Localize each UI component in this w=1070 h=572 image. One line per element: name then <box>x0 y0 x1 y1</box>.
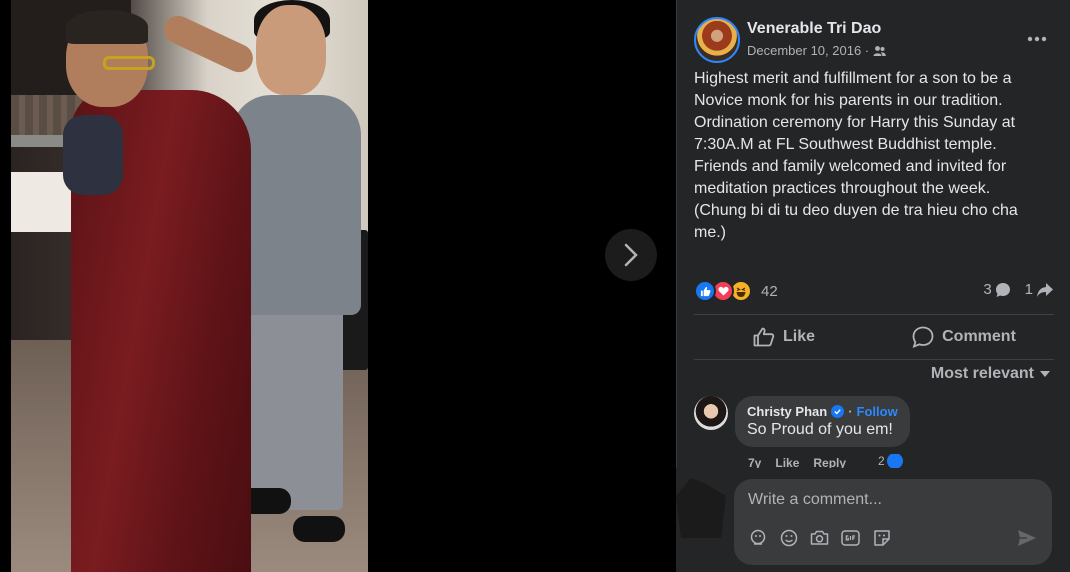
comment-reply-button[interactable]: Reply <box>813 456 846 468</box>
send-icon <box>1018 529 1036 546</box>
reaction-count[interactable]: 42 <box>761 283 778 300</box>
comment-input[interactable] <box>748 488 1038 512</box>
comment-composer <box>734 479 1052 565</box>
next-photo-button[interactable] <box>605 229 657 281</box>
caret-down-icon <box>1040 371 1050 377</box>
commenter-avatar[interactable] <box>694 396 728 430</box>
engagement-counts: 3 1 <box>983 281 1054 298</box>
friends-icon <box>873 45 886 56</box>
comment-bubble-icon <box>995 282 1010 297</box>
chevron-right-icon <box>624 243 638 267</box>
post-actions: Like Comment <box>694 318 1054 356</box>
like-label: Like <box>782 328 815 345</box>
like-icon <box>753 327 775 347</box>
reaction-icons[interactable] <box>694 280 752 302</box>
camera-icon <box>810 530 829 545</box>
post-photo <box>11 0 368 572</box>
gif-button[interactable] <box>841 528 860 547</box>
comment-reactions[interactable]: 2 <box>878 454 903 468</box>
comment-text: So Proud of you em! <box>747 421 893 438</box>
comment-reaction-count: 2 <box>878 454 885 468</box>
camera-button[interactable] <box>810 528 829 547</box>
comment-button[interactable]: Comment <box>874 318 1054 356</box>
sticker-button[interactable] <box>872 528 891 547</box>
post-date[interactable]: December 10, 2016 · <box>747 43 869 58</box>
emoji-icon <box>780 529 797 546</box>
comment-sort-dropdown[interactable]: Most relevant <box>931 365 1050 383</box>
more-options-icon <box>1027 36 1047 42</box>
like-button[interactable]: Like <box>694 318 874 356</box>
like-reaction-icon <box>886 454 903 468</box>
comment-count-value: 3 <box>983 281 992 298</box>
share-count-value: 1 <box>1024 281 1033 298</box>
author-avatar[interactable] <box>694 17 740 63</box>
post-meta: December 10, 2016 · <box>747 43 886 58</box>
verified-icon <box>831 405 845 418</box>
post-text: Highest merit and fulfillment for a son … <box>694 70 1018 241</box>
divider <box>694 314 1054 315</box>
emoji-button[interactable] <box>779 528 798 547</box>
author-name[interactable]: Venerable Tri Dao <box>747 20 881 38</box>
gif-icon <box>841 529 860 546</box>
composer-tools <box>748 528 891 547</box>
comment-like-button[interactable]: Like <box>775 456 799 468</box>
share-count[interactable]: 1 <box>1025 281 1054 298</box>
dot-separator: · <box>848 404 853 419</box>
commenter-name[interactable]: Christy Phan <box>747 404 827 419</box>
avatar-sticker-button[interactable] <box>748 528 767 547</box>
photo-viewer <box>0 0 676 572</box>
comment-icon <box>912 326 934 348</box>
send-button[interactable] <box>1016 528 1038 550</box>
follow-button[interactable]: Follow <box>857 404 898 419</box>
comment-bubble: Christy Phan · Follow So Proud of you em… <box>735 396 910 447</box>
current-user-avatar[interactable] <box>676 478 726 538</box>
sort-label: Most relevant <box>930 365 1034 382</box>
reactions-summary: 42 3 1 <box>694 280 1054 304</box>
avatar-sticker-icon <box>750 529 765 545</box>
like-reaction-icon <box>694 280 716 302</box>
comment-time[interactable]: 7y <box>748 456 761 468</box>
comment-footer: 7y Like Reply <box>748 456 846 468</box>
comment-count[interactable]: 3 <box>983 281 1010 298</box>
comment-label: Comment <box>942 328 1016 345</box>
comment-composer-area <box>676 468 1070 572</box>
share-arrow-icon <box>1037 282 1053 297</box>
more-options-button[interactable] <box>1022 27 1052 51</box>
post-header: Venerable Tri Dao December 10, 2016 · <box>694 17 1054 63</box>
sticker-icon <box>873 529 890 546</box>
divider <box>694 359 1054 360</box>
